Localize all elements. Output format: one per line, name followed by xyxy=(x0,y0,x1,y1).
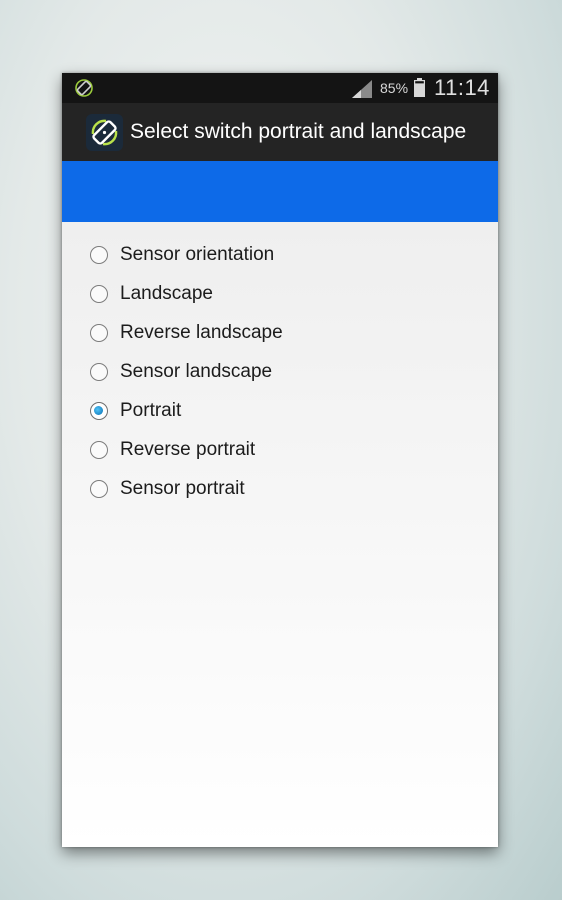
orientation-options-list: Sensor orientation Landscape Reverse lan… xyxy=(62,222,498,508)
radio-button[interactable] xyxy=(90,479,108,498)
status-bar: 85% 11:14 xyxy=(62,73,498,103)
option-label: Reverse landscape xyxy=(120,321,283,343)
option-reverse-portrait[interactable]: Reverse portrait xyxy=(62,430,498,469)
phone-screen: 85% 11:14 Select switch portrait and lan… xyxy=(62,73,498,847)
screen-rotation-icon xyxy=(75,79,93,97)
option-reverse-landscape[interactable]: Reverse landscape xyxy=(62,313,498,352)
option-label: Sensor orientation xyxy=(120,243,275,265)
radio-button[interactable] xyxy=(90,245,108,264)
accent-banner xyxy=(62,161,498,222)
option-label: Sensor landscape xyxy=(120,360,273,382)
radio-button[interactable] xyxy=(90,323,108,342)
radio-button[interactable] xyxy=(90,440,108,459)
option-label: Sensor portrait xyxy=(120,477,245,499)
option-sensor-landscape[interactable]: Sensor landscape xyxy=(62,352,498,391)
cell-signal-icon xyxy=(352,80,372,98)
option-label: Landscape xyxy=(120,282,213,304)
option-label: Reverse portrait xyxy=(120,438,256,460)
battery-percent: 85% xyxy=(380,80,409,96)
option-sensor-orientation[interactable]: Sensor orientation xyxy=(62,235,498,274)
action-bar: Select switch portrait and landscape xyxy=(62,103,498,161)
radio-button-checked[interactable] xyxy=(90,401,108,420)
option-sensor-portrait[interactable]: Sensor portrait xyxy=(62,469,498,508)
option-label: Portrait xyxy=(120,399,182,421)
battery-icon xyxy=(414,78,425,97)
radio-button[interactable] xyxy=(90,284,108,303)
option-landscape[interactable]: Landscape xyxy=(62,274,498,313)
option-portrait[interactable]: Portrait xyxy=(62,391,498,430)
page-title: Select switch portrait and landscape xyxy=(130,120,467,143)
status-clock: 11:14 xyxy=(434,75,490,100)
radio-button[interactable] xyxy=(90,362,108,381)
app-logo-icon[interactable] xyxy=(86,114,123,151)
